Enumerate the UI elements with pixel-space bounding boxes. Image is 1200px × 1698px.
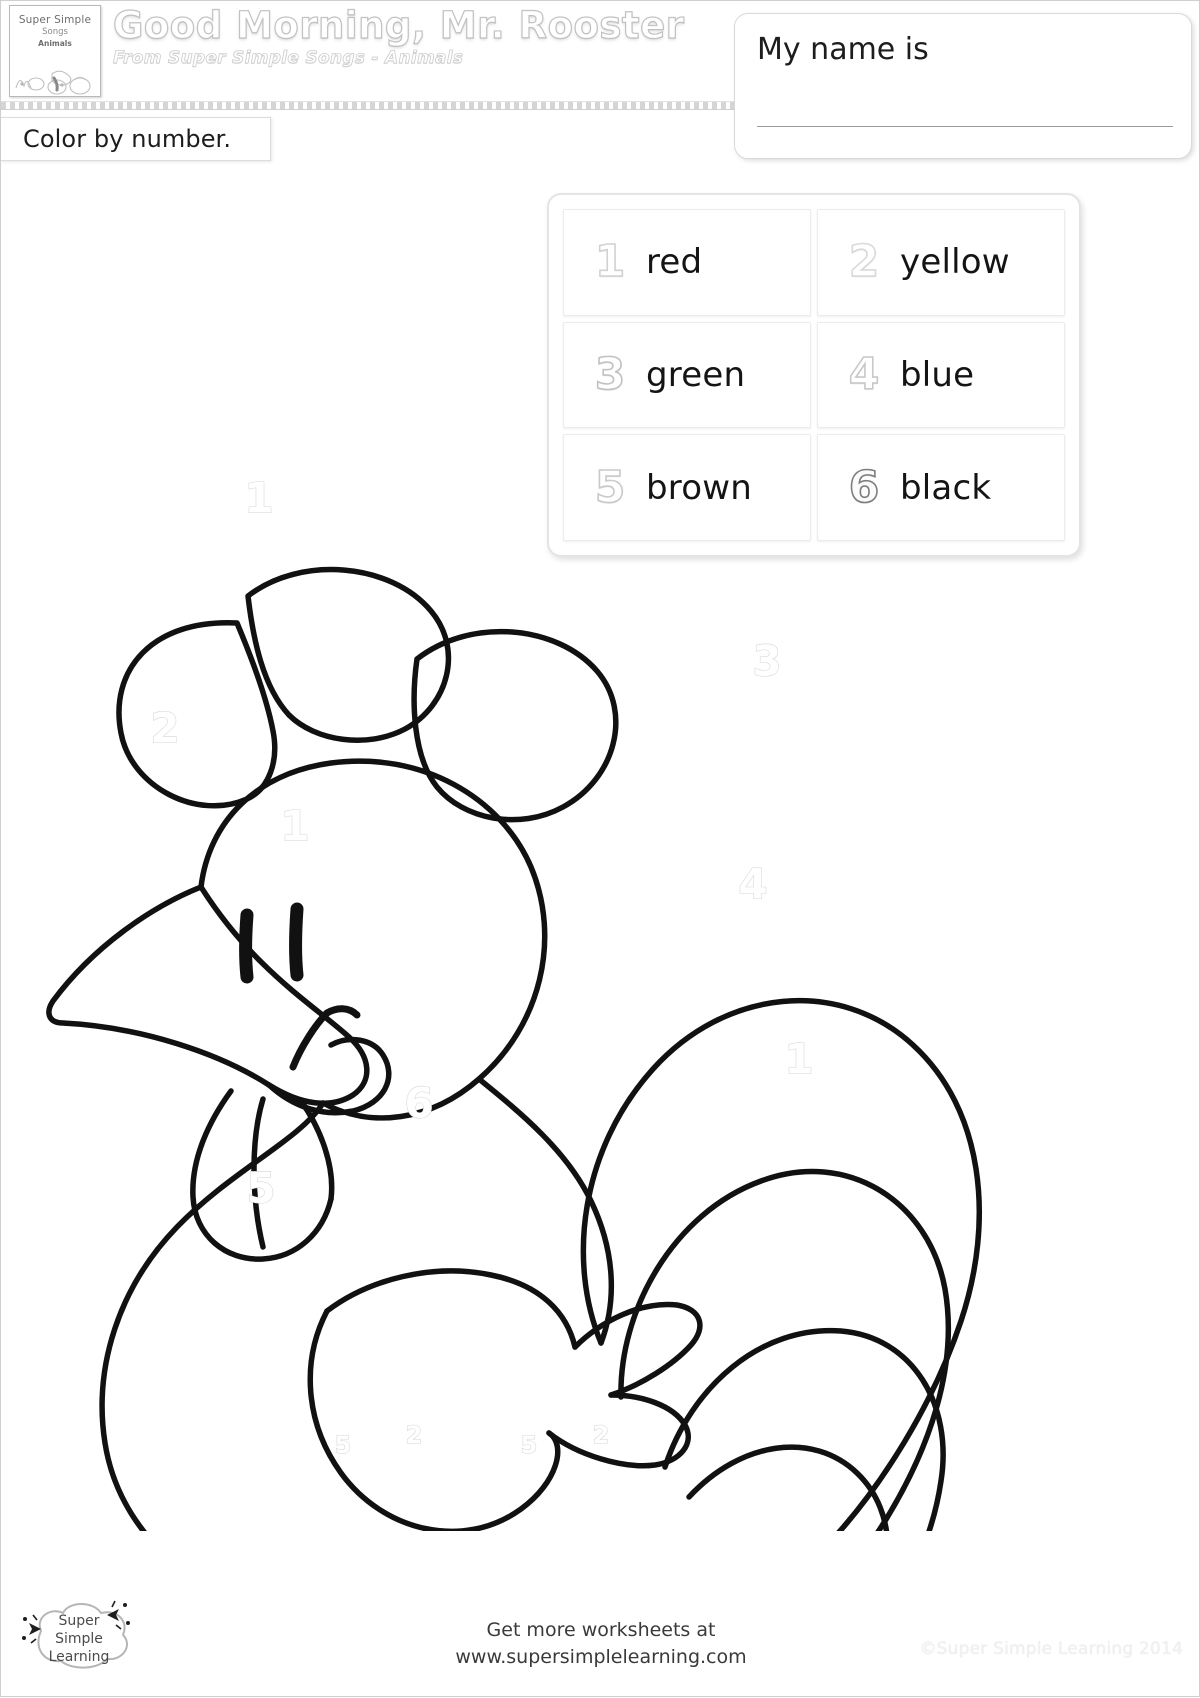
album-artwork-icon	[15, 70, 91, 95]
region-number-tail-middle: 4	[738, 860, 767, 909]
comb-lobe-left	[116, 620, 278, 809]
region-number-left-foot-back: 5	[335, 1431, 352, 1459]
worksheet-header: Super Simple Songs Animals Good Morning,…	[1, 1, 736, 110]
wing-top	[324, 1268, 578, 1350]
region-number-right-foot-back: 5	[521, 1431, 538, 1459]
instruction-box: Color by number.	[1, 117, 271, 161]
name-box[interactable]: My name is	[734, 13, 1192, 159]
region-number-tail-inner: 1	[784, 1035, 813, 1084]
album-title-line2: Songs	[42, 27, 68, 37]
mouth-curve	[323, 1005, 361, 1019]
title-block: Good Morning, Mr. Rooster From Super Sim…	[112, 4, 728, 69]
legend-number-2: 2	[848, 236, 880, 288]
worksheet-page: Super Simple Songs Animals Good Morning,…	[0, 0, 1200, 1697]
mouth-line	[289, 1009, 331, 1071]
footer-cta-line1: Get more worksheets at	[486, 1619, 716, 1641]
instruction-label: Color by number.	[23, 125, 232, 153]
legend-word-2: yellow	[900, 242, 1010, 283]
comb-lobe-right	[411, 628, 619, 823]
region-number-left-foot-front: 2	[406, 1421, 423, 1449]
beak-upper	[46, 884, 370, 1107]
album-cover-thumbnail: Super Simple Songs Animals	[9, 5, 101, 97]
body-left-outline	[99, 1100, 326, 1531]
region-number-tail-outer: 3	[752, 637, 781, 686]
name-write-line[interactable]	[757, 126, 1173, 127]
name-label: My name is	[757, 32, 929, 67]
worksheet-footer: Super Simple Learning Get more worksheet…	[1, 1481, 1200, 1698]
rooster-coloring-illustration: 1 2 1 3 4 1 6 5 5 2 5 2	[1, 301, 1200, 1531]
worksheet-subtitle: From Super Simple Songs - Animals	[113, 48, 464, 69]
region-number-beak: 2	[150, 704, 179, 753]
copyright-notice: ©Super Simple Learning 2014	[919, 1639, 1183, 1659]
head-outline	[198, 758, 548, 1121]
region-number-comb: 1	[244, 474, 273, 523]
region-number-wing: 6	[404, 1079, 433, 1128]
region-number-right-foot-front: 2	[593, 1421, 610, 1449]
header-divider	[1, 101, 736, 110]
legend-item-2: 2 yellow	[817, 209, 1065, 316]
album-title-line1: Super Simple	[18, 14, 92, 26]
region-number-body: 5	[246, 1164, 275, 1213]
region-number-wattle: 1	[280, 802, 309, 851]
worksheet-title: Good Morning, Mr. Rooster	[112, 4, 685, 47]
eye-right	[289, 902, 304, 982]
legend-number-1: 1	[594, 236, 626, 288]
legend-word-1: red	[646, 242, 703, 283]
legend-item-1: 1 red	[563, 209, 811, 316]
